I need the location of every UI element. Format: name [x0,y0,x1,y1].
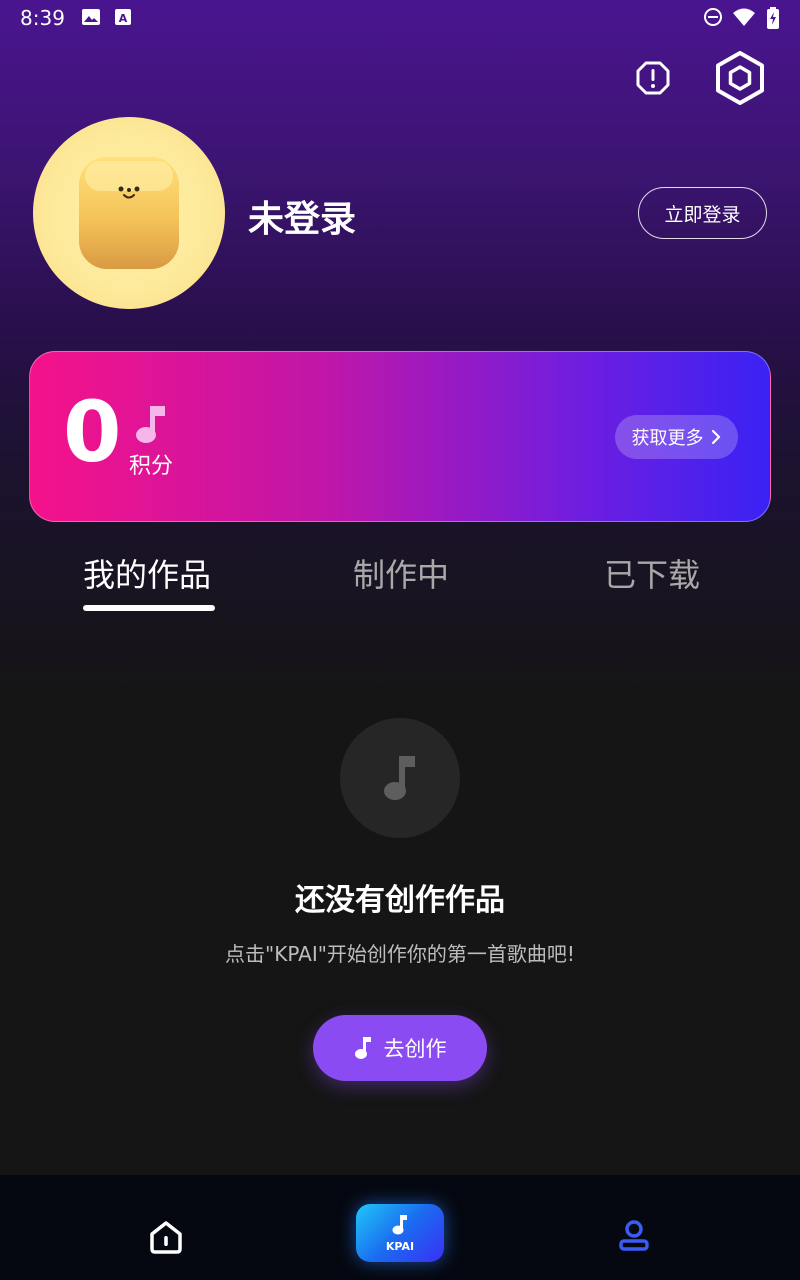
go-create-button[interactable]: 去创作 [313,1015,487,1081]
login-button[interactable]: 立即登录 [638,187,767,239]
empty-state-icon-circle [340,718,460,838]
svg-text:A: A [119,12,128,25]
dnd-icon [704,8,722,26]
settings-hexagon-icon[interactable] [712,50,768,106]
music-note-icon [136,406,165,443]
empty-state-subtitle: 点击"KPAI"开始创作你的第一首歌曲吧! [225,942,575,966]
tab-active-indicator [83,605,215,611]
music-note-icon [392,1215,407,1235]
tab-my-works[interactable]: 我的作品 [83,550,211,596]
points-value: 0 [63,383,122,481]
profile-icon[interactable] [616,1218,652,1254]
status-time: 8:39 [20,6,65,30]
chevron-right-icon [711,429,720,445]
username: 未登录 [248,199,357,240]
home-icon[interactable] [147,1218,185,1256]
points-card: 0 积分 获取更多 [29,351,771,522]
status-bar: 8:39 A [0,0,800,36]
alert-octagon-icon[interactable] [635,60,671,96]
get-more-label: 获取更多 [631,428,704,449]
music-note-icon [354,1037,371,1059]
avatar-mascot-image [79,157,179,269]
get-more-button[interactable]: 获取更多 [615,415,738,459]
battery-icon [767,7,779,29]
tab-downloaded[interactable]: 已下载 [604,550,700,596]
wifi-icon [733,8,755,26]
image-icon [82,9,100,25]
music-note-icon [384,756,415,800]
tab-in-progress[interactable]: 制作中 [353,550,449,596]
avatar[interactable] [33,117,225,309]
kpai-create-button[interactable]: KPAI [356,1204,444,1262]
go-create-label: 去创作 [383,1037,447,1061]
a-icon: A [115,9,131,25]
empty-state-title: 还没有创作作品 [295,883,505,918]
kpai-label: KPAI [385,1240,415,1253]
points-label: 积分 [129,454,174,479]
